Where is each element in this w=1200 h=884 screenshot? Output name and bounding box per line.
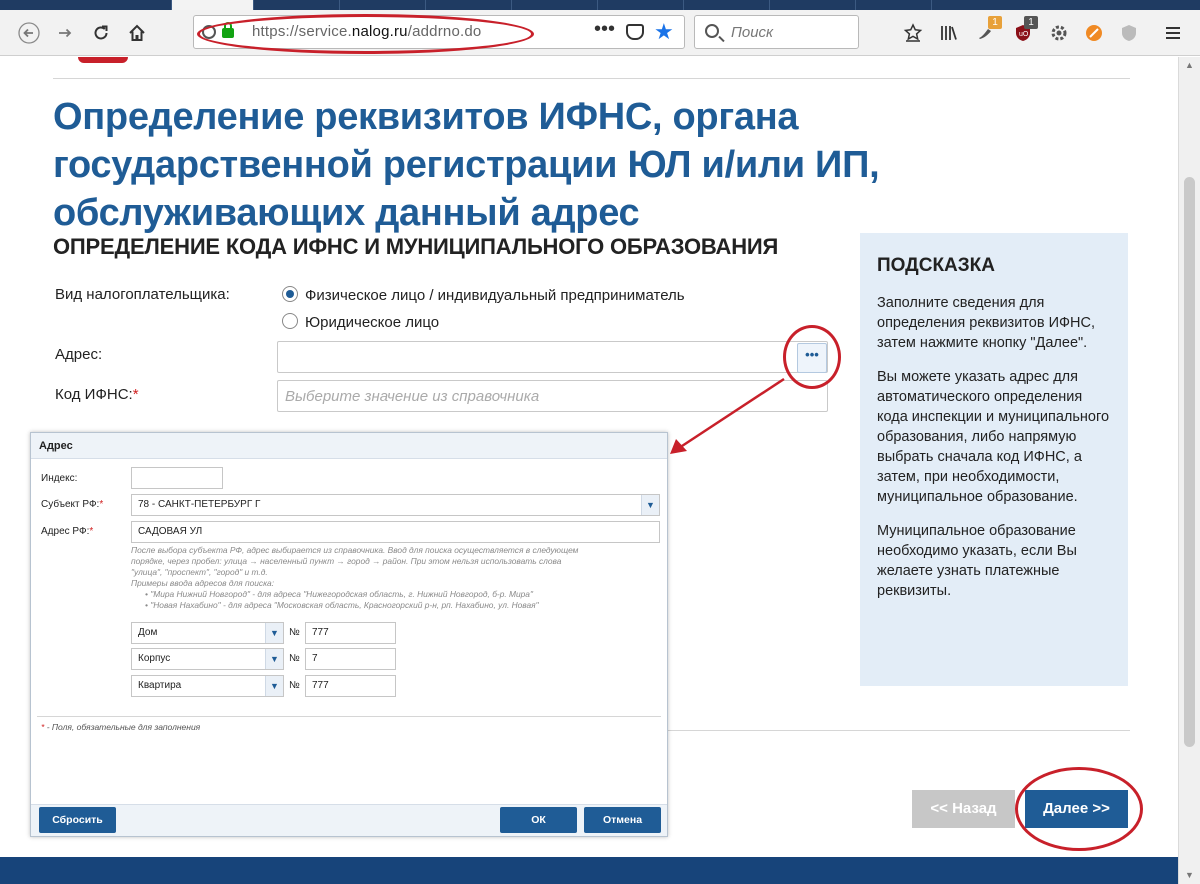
annotation-arrow	[670, 377, 785, 454]
